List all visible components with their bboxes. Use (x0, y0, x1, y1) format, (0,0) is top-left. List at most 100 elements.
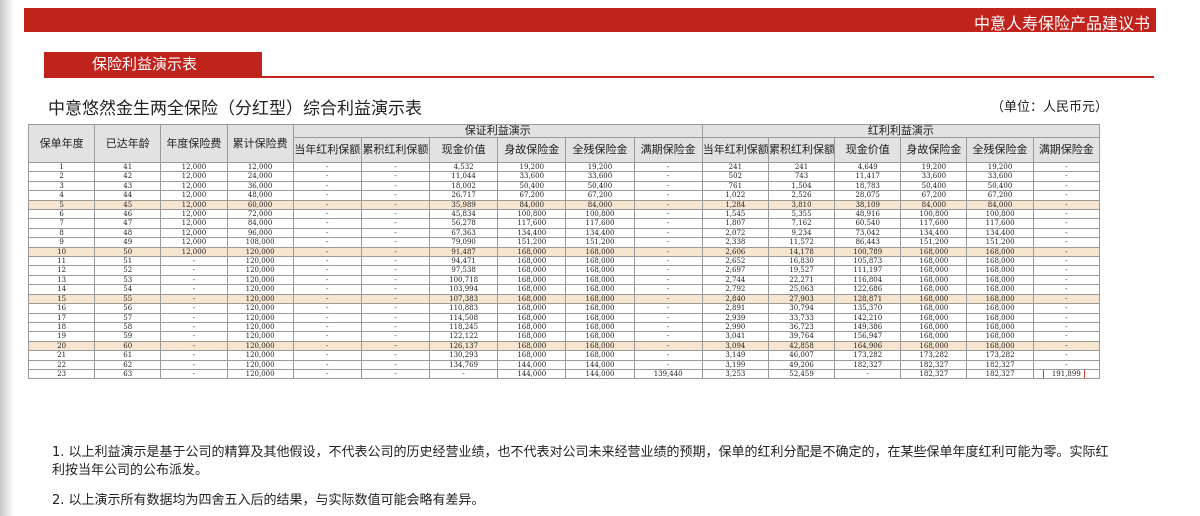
table-cell: 49 (94, 237, 162, 248)
table-row: 17 57-120,000- -114,508 168,000 168,000-2,93… (27, 312, 1101, 323)
table-cell: 173,282 (834, 350, 902, 361)
table-cell: - (1032, 284, 1101, 295)
table-cell: 19,200 (497, 161, 567, 173)
table-cell: 12,000 (160, 246, 228, 258)
table-cell: - (292, 293, 362, 305)
table-cell: 168,000 (565, 265, 635, 276)
table-cell: 1,807 (701, 218, 769, 229)
table-cell: 168,000 (966, 265, 1034, 276)
table-cell: 120,000 (226, 284, 294, 295)
footnote-2: 2. 以上演示所有数据均为四舍五入后的结果，与实际数值可能会略有差异。 (52, 493, 485, 508)
table-cell: 168,000 (497, 274, 567, 286)
table-cell: 122,122 (429, 331, 499, 342)
table-cell: - (292, 246, 362, 258)
table-cell: 168,000 (497, 350, 567, 361)
table-cell: 502 (701, 171, 769, 182)
table-cell: 2,891 (701, 303, 769, 314)
table-cell: 2,697 (701, 265, 769, 276)
table-cell: - (1032, 161, 1101, 173)
table-cell: 144,000 (565, 368, 635, 380)
table-cell: 12,000 (160, 190, 228, 201)
table-cell: 168,000 (900, 340, 968, 352)
table-cell: 59 (94, 331, 162, 342)
table-cell: - (360, 246, 431, 258)
table-cell: 182,327 (900, 368, 968, 380)
table-cell: 100,789 (834, 246, 902, 258)
table-cell: 168,000 (565, 274, 635, 286)
table-cell: - (292, 256, 362, 267)
table-cell: 79,090 (429, 237, 499, 248)
table-cell: 168,000 (565, 303, 635, 314)
table-cell: - (633, 209, 703, 220)
table-cell: - (292, 368, 362, 380)
col-header-g-maturity-benefit: 满期保险金 (633, 137, 703, 163)
table-cell: - (1032, 340, 1101, 352)
table-cell: - (292, 331, 362, 342)
table-cell: 168,000 (966, 340, 1034, 352)
table-cell: - (360, 350, 431, 361)
table-row: 5 45 12,000 60,000- -35,989 84,000 84,000-1,28… (27, 199, 1101, 211)
table-cell: 12,000 (160, 209, 228, 220)
col-header-g-annual-bonus: 当年红利保额 (292, 137, 362, 163)
footnote-1: 1. 以上利益演示是基于公司的精算及其他假设，不代表公司的历史经营业绩，也不代表… (52, 445, 1109, 478)
table-cell: - (633, 161, 703, 173)
table-row: 13 53-120,000- -100,718 168,000 168,000-2,74… (27, 274, 1101, 286)
table-cell: - (1032, 199, 1101, 211)
table-cell: 2 (27, 171, 96, 182)
table-cell: 168,000 (966, 284, 1034, 295)
table-cell: 42,858 (767, 340, 836, 352)
table-cell: 48,916 (834, 209, 902, 220)
table-cell: 50,400 (966, 180, 1034, 192)
table-cell: 20 (27, 340, 96, 352)
table-cell: 116,804 (834, 274, 902, 286)
table-cell: 12 (27, 265, 96, 276)
table-cell: 168,000 (966, 321, 1034, 333)
table-cell: 118,245 (429, 321, 499, 333)
table-row: 19 59-120,000- -122,122 168,000 168,000-3,04… (27, 331, 1101, 342)
table-cell: 122,686 (834, 284, 902, 295)
table-cell: 168,000 (565, 312, 635, 323)
table-cell: 241 (701, 161, 769, 173)
table-cell: 2,792 (701, 284, 769, 295)
table-cell: - (292, 321, 362, 333)
table-cell: - (292, 340, 362, 352)
table-cell: 168,000 (900, 321, 968, 333)
table-cell: - (360, 293, 431, 305)
table-cell: - (633, 359, 703, 370)
table-row: 10 50 12,000 120,000- -91,487 168,000 168,000-… (27, 246, 1101, 258)
table-cell: 14 (27, 284, 96, 295)
table-cell: - (633, 284, 703, 295)
table-cell: 168,000 (565, 246, 635, 258)
table-cell: 168,000 (565, 256, 635, 267)
table-cell: 26,717 (429, 190, 499, 201)
table-cell: 12,000 (160, 161, 228, 173)
table-row: 8 48 12,000 96,000- -67,363 134,400 134,400-2,… (27, 227, 1101, 239)
table-cell: 47 (94, 218, 162, 229)
table-cell: 151,200 (966, 237, 1034, 248)
table-cell: 61 (94, 350, 162, 361)
table-cell: 15 (27, 293, 96, 305)
table-cell: - (292, 161, 362, 173)
table-cell: 84,000 (966, 199, 1034, 211)
table-cell: 151,200 (565, 237, 635, 248)
table-cell: 103,994 (429, 284, 499, 295)
table-cell: 168,000 (966, 246, 1034, 258)
section-divider (44, 76, 1154, 78)
table-cell: 33,733 (767, 312, 836, 323)
table-cell: 57 (94, 312, 162, 323)
benefit-illustration-table: 保单年度 已达年龄 年度保险费 累计保险费 保证利益演示 红利利益演示 当年红利… (27, 124, 1101, 380)
table-cell: 168,000 (497, 321, 567, 333)
table-cell: 130,293 (429, 350, 499, 361)
table-cell: 111,197 (834, 265, 902, 276)
table-cell: - (1032, 246, 1101, 258)
table-cell: - (292, 227, 362, 239)
table-cell: 21 (27, 350, 96, 361)
table-cell: - (160, 284, 228, 295)
table-cell: 84,000 (226, 218, 294, 229)
table-cell: - (633, 303, 703, 314)
table-cell: 46 (94, 209, 162, 220)
table-row: 23 63-120,000- - -144,000 144,000 139,440 3,25… (27, 368, 1101, 380)
table-cell: - (360, 340, 431, 352)
table-cell: 5,355 (767, 209, 836, 220)
table-cell: 67,200 (900, 190, 968, 201)
